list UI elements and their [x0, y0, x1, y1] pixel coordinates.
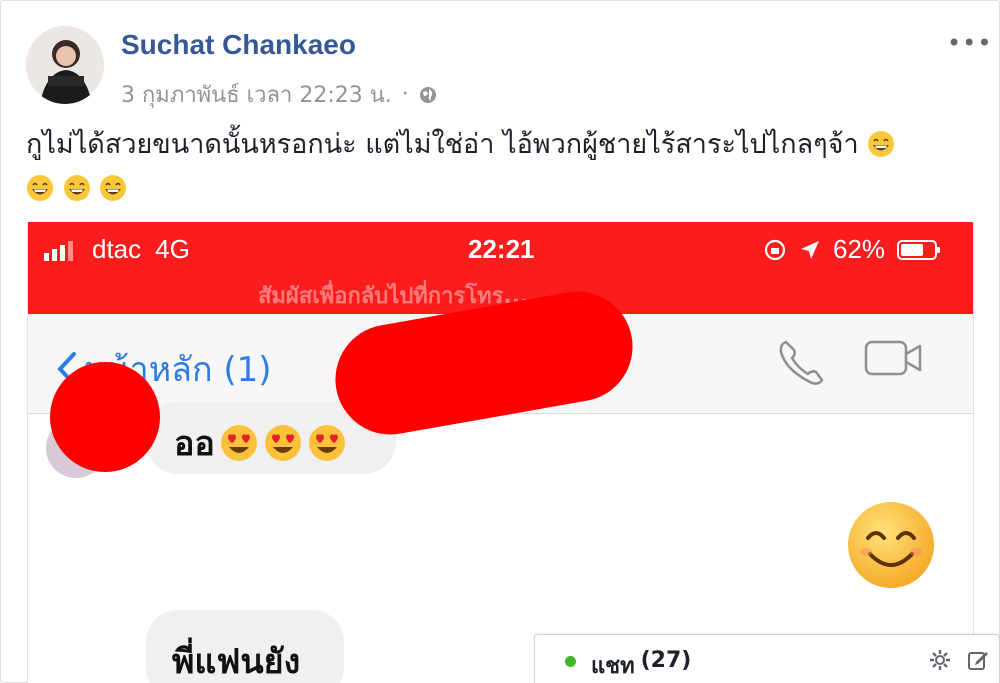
network-type: 4G — [155, 234, 190, 264]
battery-percent: 62% — [833, 234, 886, 264]
phone-status-bar: dtac 4G 22:21 62% สัมผัสเพื่อกลับไปที่กา… — [28, 222, 973, 314]
post-timestamp[interactable]: 3 กุมภาพันธ์ เวลา 22:23 น. — [121, 77, 392, 112]
globe-icon[interactable] — [419, 86, 437, 104]
phone-icon[interactable] — [776, 338, 828, 388]
signal-bars-icon — [44, 240, 73, 261]
heart-eyes-icon — [308, 425, 345, 461]
author-name[interactable]: Suchat Chankaeo — [121, 29, 356, 61]
online-status-dot — [565, 656, 576, 667]
facebook-post: Suchat Chankaeo 3 กุมภาพันธ์ เวลา 22:23 … — [0, 0, 1000, 683]
post-text: กูไม่ได้สวยขนาดนั้นหรอกน่ะ แต่ไม่ใช่อ่า … — [26, 123, 966, 211]
chat-icons — [929, 649, 989, 671]
post-meta: 3 กุมภาพันธ์ เวลา 22:23 น. · — [121, 77, 437, 112]
message-1-content: ออ — [174, 416, 347, 470]
video-call-icon[interactable] — [864, 338, 924, 378]
smiling-face-icon[interactable] — [846, 500, 936, 590]
attached-screenshot[interactable]: dtac 4G 22:21 62% สัมผัสเพื่อกลับไปที่กา… — [27, 222, 974, 683]
status-left: dtac 4G — [44, 234, 190, 265]
chat-sidebar-bar[interactable]: แชท (27) — [534, 634, 1000, 683]
chat-title: แชท — [591, 654, 635, 679]
post-text-body: กูไม่ได้สวยขนาดนั้นหรอกน่ะ แต่ไม่ใช่อ่า … — [26, 129, 859, 160]
compose-icon[interactable] — [967, 649, 989, 671]
battery-icon — [897, 239, 941, 260]
grinning-face-icon — [63, 175, 90, 201]
message-1-text: ออ — [174, 424, 215, 464]
message-bubble-3[interactable]: พี่แฟนยัง — [146, 610, 344, 683]
status-right: 62% — [763, 234, 941, 265]
location-arrow-icon — [801, 240, 819, 259]
grinning-face-icon — [868, 131, 895, 157]
grinning-face-icon — [27, 175, 53, 201]
message-3-text: พี่แฟนยัง — [172, 642, 301, 682]
redaction-mark — [50, 362, 160, 472]
avatar-photo — [26, 26, 104, 104]
nav-call-icons — [776, 338, 924, 388]
more-options-button[interactable]: ••• — [947, 29, 992, 57]
carrier-name: dtac — [92, 234, 142, 264]
rotation-lock-icon — [764, 239, 786, 260]
chat-count: (27) — [640, 648, 692, 673]
chat-label: แชท (27) — [591, 648, 691, 683]
heart-eyes-icon — [264, 425, 301, 461]
gear-icon[interactable] — [929, 649, 951, 671]
author-avatar[interactable] — [26, 26, 104, 104]
status-time: 22:21 — [468, 234, 535, 264]
meta-separator: · — [401, 82, 409, 107]
grinning-face-icon — [100, 175, 127, 201]
heart-eyes-icon — [220, 425, 257, 461]
